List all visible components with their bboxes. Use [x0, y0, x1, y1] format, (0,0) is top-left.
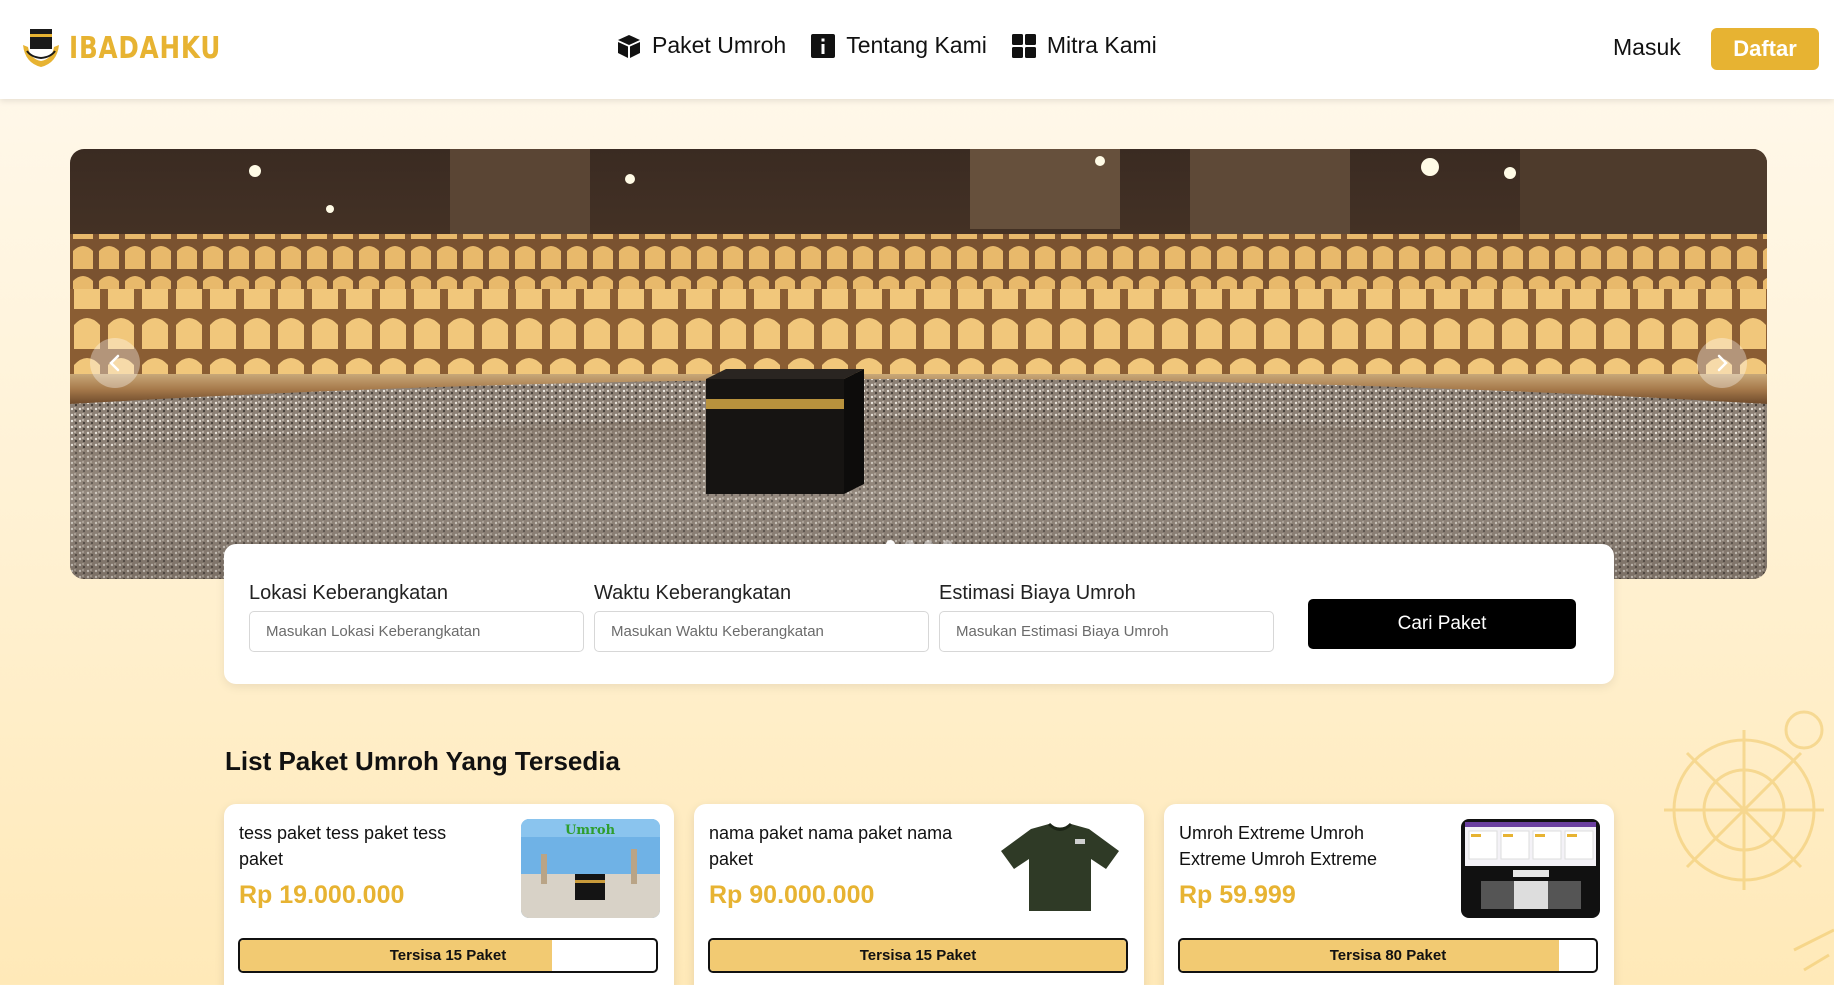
- chevron-right-icon: [1717, 354, 1728, 372]
- package-price: Rp 59.999: [1179, 881, 1296, 909]
- nav-label: Paket Umroh: [652, 32, 787, 58]
- remaining-quota-bar: Tersisa 15 Paket: [238, 938, 658, 973]
- cost-estimate-input[interactable]: [939, 611, 1274, 652]
- remaining-quota-label: Tersisa 80 Paket: [1329, 947, 1447, 964]
- package-card[interactable]: tess paket tess paket tess paket Rp 19.0…: [224, 804, 674, 985]
- top-navbar: IBADAHKU Paket Umroh Tentang Kami Mitra …: [0, 0, 1834, 99]
- package-name: Umroh Extreme Umroh Extreme Umroh Extrem…: [1179, 823, 1378, 869]
- search-package-form: Lokasi Keberangkatan Waktu Keberangkatan…: [224, 544, 1614, 684]
- dashboard-screenshot-image: [1461, 819, 1600, 918]
- dark-shirt-image: [991, 819, 1130, 918]
- svg-text:Umroh: Umroh: [565, 823, 616, 838]
- package-name: tess paket tess paket tess paket: [239, 823, 447, 869]
- cost-estimate-label: Estimasi Biaya Umroh: [939, 582, 1136, 604]
- kaaba-hands-icon: [23, 29, 59, 67]
- package-thumbnail: [991, 819, 1130, 918]
- remaining-quota-bar: Tersisa 15 Paket: [708, 938, 1128, 973]
- grid-icon: [1011, 33, 1036, 58]
- nav-item-paket-umroh[interactable]: Paket Umroh: [616, 32, 786, 59]
- search-package-button[interactable]: Cari Paket: [1308, 599, 1576, 649]
- departure-location-field: Lokasi Keberangkatan: [249, 582, 584, 652]
- brand-logo-link[interactable]: IBADAHKU: [21, 25, 255, 71]
- package-card[interactable]: nama paket nama paket nama paket Rp 90.0…: [694, 804, 1144, 985]
- chevron-left-icon: [109, 354, 120, 372]
- carousel-prev-button[interactable]: [90, 338, 140, 388]
- package-card[interactable]: Umroh Extreme Umroh Extreme Umroh Extrem…: [1164, 804, 1614, 985]
- departure-location-label: Lokasi Keberangkatan: [249, 582, 449, 604]
- departure-location-input[interactable]: [249, 611, 584, 652]
- remaining-quota-label: Tersisa 15 Paket: [389, 947, 507, 964]
- hero-carousel: [70, 149, 1767, 579]
- departure-time-label: Waktu Keberangkatan: [594, 582, 792, 604]
- main-nav: Paket Umroh Tentang Kami Mitra Kami: [616, 32, 1181, 59]
- login-link[interactable]: Masuk: [1613, 34, 1681, 61]
- departure-time-input[interactable]: [594, 611, 929, 652]
- info-icon: [811, 33, 836, 58]
- nav-item-tentang-kami[interactable]: Tentang Kami: [810, 32, 987, 59]
- umroh-kaaba-image: Umroh: [521, 819, 660, 918]
- package-price: Rp 90.000.000: [709, 881, 875, 909]
- register-button[interactable]: Daftar: [1711, 28, 1819, 70]
- ornament-decoration: [1664, 710, 1834, 972]
- package-thumbnail: Umroh: [521, 819, 660, 918]
- nav-label: Tentang Kami: [846, 32, 987, 58]
- departure-time-field: Waktu Keberangkatan: [594, 582, 929, 652]
- box-icon: [618, 34, 640, 58]
- remaining-quota-bar: Tersisa 80 Paket: [1178, 938, 1598, 973]
- package-price: Rp 19.000.000: [239, 881, 405, 909]
- cost-estimate-field: Estimasi Biaya Umroh: [939, 582, 1274, 652]
- remaining-quota-label: Tersisa 15 Paket: [859, 947, 977, 964]
- brand-name: IBADAHKU: [69, 30, 222, 66]
- package-list-title: List Paket Umroh Yang Tersedia: [225, 746, 620, 776]
- hero-image-masjidil-haram: [70, 149, 1767, 579]
- carousel-next-button[interactable]: [1697, 338, 1747, 388]
- nav-label: Mitra Kami: [1046, 32, 1157, 58]
- nav-item-mitra-kami[interactable]: Mitra Kami: [1011, 32, 1157, 59]
- package-name: nama paket nama paket nama paket: [709, 823, 953, 869]
- package-thumbnail: [1461, 819, 1600, 918]
